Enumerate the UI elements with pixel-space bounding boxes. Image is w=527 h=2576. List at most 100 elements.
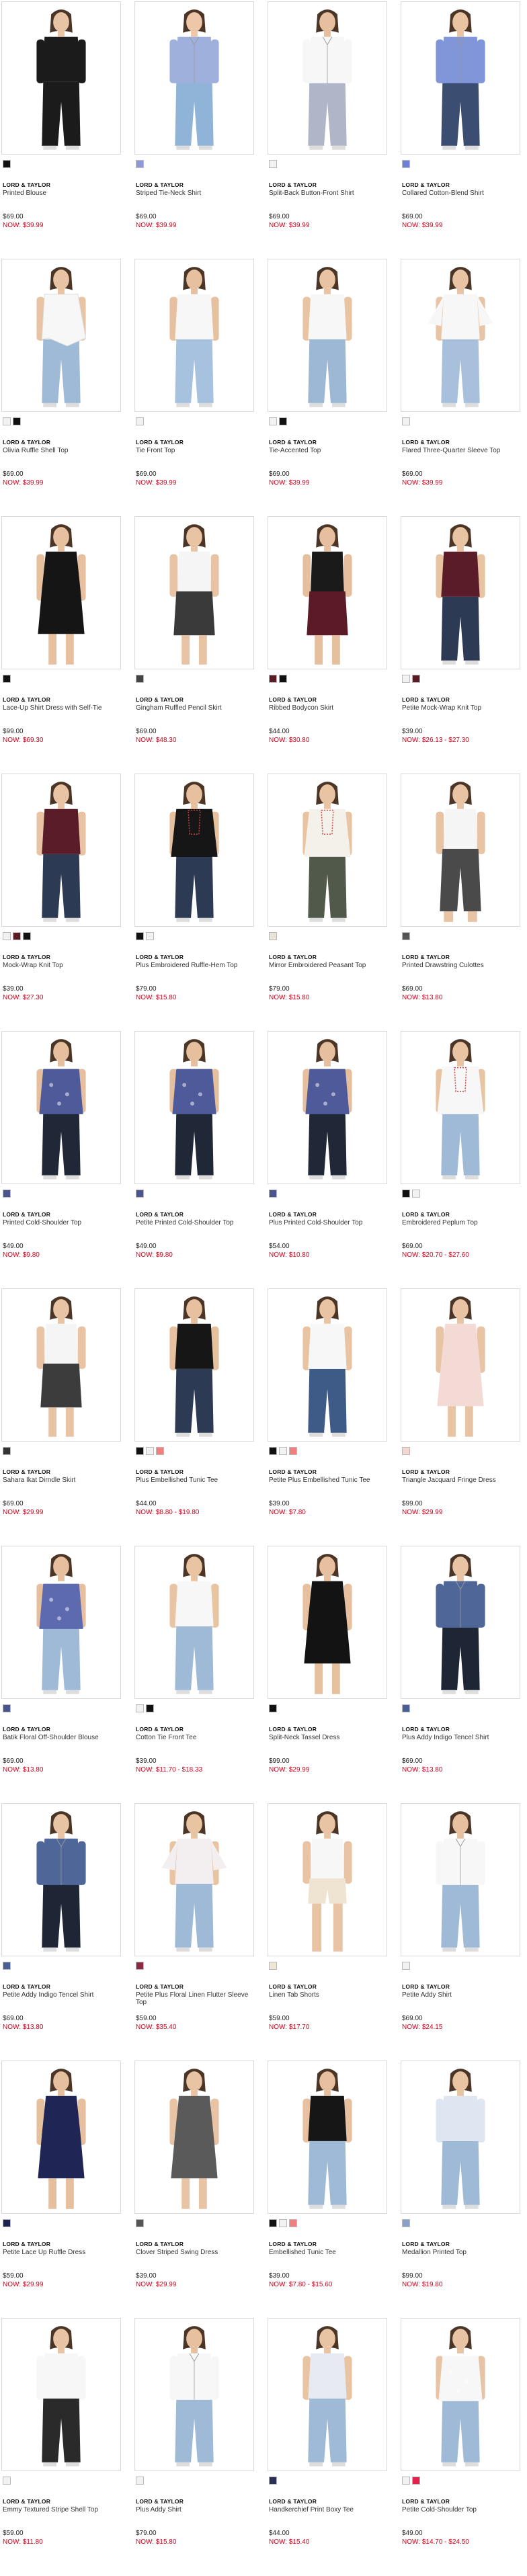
product-image[interactable] <box>1 259 121 412</box>
color-swatch[interactable] <box>3 1704 11 1712</box>
product-image[interactable] <box>401 2318 520 2471</box>
product-image[interactable] <box>401 259 520 412</box>
product-card[interactable]: LORD & TAYLOR Olivia Ruffle Shell Top $69.… <box>1 257 121 515</box>
product-image[interactable] <box>134 1546 254 1699</box>
color-swatch[interactable] <box>3 675 11 683</box>
color-swatch[interactable] <box>269 1704 277 1712</box>
product-card[interactable]: LORD & TAYLOR Mock-Wrap Knit Top $39.00 NOW… <box>1 772 121 1030</box>
product-name[interactable]: Mock-Wrap Knit Top <box>3 962 121 969</box>
product-card[interactable]: LORD & TAYLOR Emmy Textured Stripe Shell … <box>1 2317 121 2574</box>
color-swatch[interactable] <box>13 932 21 940</box>
color-swatch[interactable] <box>136 2477 144 2485</box>
color-swatch[interactable] <box>279 2219 287 2227</box>
color-swatch[interactable] <box>269 1962 277 1970</box>
color-swatch[interactable] <box>269 675 277 683</box>
product-card[interactable]: LORD & TAYLOR Cotton Tie Front Tee $39.00 N… <box>134 1544 254 1802</box>
color-swatch[interactable] <box>289 1447 297 1455</box>
product-image[interactable] <box>401 2061 520 2214</box>
product-image[interactable] <box>1 516 121 669</box>
product-card[interactable]: LORD & TAYLOR Petite Printed Cold-Shoulde… <box>134 1030 254 1287</box>
product-name[interactable]: Plus Addy Indigo Tencel Shirt <box>402 1734 520 1741</box>
product-card[interactable]: LORD & TAYLOR Tie Front Top $69.00 NOW: $39… <box>134 257 254 515</box>
color-swatch[interactable] <box>3 1962 11 1970</box>
product-image[interactable] <box>268 2318 387 2471</box>
product-image[interactable] <box>268 1288 387 1442</box>
color-swatch[interactable] <box>402 417 410 425</box>
product-card[interactable]: LORD & TAYLOR Plus Addy Shirt $79.00 NOW: $… <box>134 2317 254 2574</box>
color-swatch[interactable] <box>136 1704 144 1712</box>
color-swatch[interactable] <box>136 1447 144 1455</box>
product-name[interactable]: Plus Embellished Tunic Tee <box>136 1477 254 1484</box>
color-swatch[interactable] <box>402 932 410 940</box>
color-swatch[interactable] <box>136 2219 144 2227</box>
product-image[interactable] <box>268 1803 387 1956</box>
product-image[interactable] <box>1 1288 121 1442</box>
product-image[interactable] <box>268 774 387 927</box>
color-swatch[interactable] <box>136 1962 144 1970</box>
color-swatch[interactable] <box>136 1190 144 1198</box>
color-swatch[interactable] <box>402 1190 410 1198</box>
product-image[interactable] <box>134 259 254 412</box>
color-swatch[interactable] <box>402 1704 410 1712</box>
product-card[interactable]: LORD & TAYLOR Plus Embroidered Ruffle-Hem… <box>134 772 254 1030</box>
color-swatch[interactable] <box>269 417 277 425</box>
product-name[interactable]: Printed Drawstring Culottes <box>402 962 520 969</box>
product-card[interactable]: LORD & TAYLOR Batik Floral Off-Shoulder B… <box>1 1544 121 1802</box>
product-image[interactable] <box>268 259 387 412</box>
product-card[interactable]: LORD & TAYLOR Sahara Ikat Dirndle Skirt $6… <box>1 1287 121 1544</box>
product-name[interactable]: Split-Back Button-Front Shirt <box>269 190 387 197</box>
product-image[interactable] <box>1 1546 121 1699</box>
product-name[interactable]: Linen Tab Shorts <box>269 1991 387 1999</box>
product-card[interactable]: LORD & TAYLOR Printed Cold-Shoulder Top $4… <box>1 1030 121 1287</box>
product-name[interactable]: Split-Neck Tassel Dress <box>269 1734 387 1741</box>
product-card[interactable]: LORD & TAYLOR Embroidered Peplum Top $69.0… <box>401 1030 520 1287</box>
color-swatch[interactable] <box>412 2477 420 2485</box>
product-card[interactable]: LORD & TAYLOR Petite Addy Shirt $69.00 NOW:… <box>401 1802 520 2059</box>
product-image[interactable] <box>401 1803 520 1956</box>
product-name[interactable]: Tie-Accented Top <box>269 447 387 454</box>
product-card[interactable]: LORD & TAYLOR Split-Neck Tassel Dress $99.… <box>268 1544 387 1802</box>
product-name[interactable]: Flared Three-Quarter Sleeve Top <box>402 447 520 454</box>
product-name[interactable]: Printed Blouse <box>3 190 121 197</box>
product-image[interactable] <box>268 2061 387 2214</box>
product-card[interactable]: LORD & TAYLOR Mirror Embroidered Peasant … <box>268 772 387 1030</box>
product-image[interactable] <box>134 2061 254 2214</box>
color-swatch[interactable] <box>269 2477 277 2485</box>
color-swatch[interactable] <box>136 417 144 425</box>
product-name[interactable]: Petite Printed Cold-Shoulder Top <box>136 1219 254 1227</box>
product-name[interactable]: Plus Printed Cold-Shoulder Top <box>269 1219 387 1227</box>
product-name[interactable]: Petite Addy Indigo Tencel Shirt <box>3 1991 121 1999</box>
product-card[interactable]: LORD & TAYLOR Petite Plus Embellished Tun… <box>268 1287 387 1544</box>
product-image[interactable] <box>134 1 254 155</box>
product-card[interactable]: LORD & TAYLOR Petite Lace Up Ruffle Dress… <box>1 2059 121 2317</box>
product-name[interactable]: Ribbed Bodycon Skirt <box>269 704 387 712</box>
product-card[interactable]: LORD & TAYLOR Petite Cold-Shoulder Top $49… <box>401 2317 520 2574</box>
product-image[interactable] <box>1 1031 121 1184</box>
color-swatch[interactable] <box>146 932 154 940</box>
product-image[interactable] <box>401 516 520 669</box>
color-swatch[interactable] <box>279 417 287 425</box>
product-card[interactable]: LORD & TAYLOR Flared Three-Quarter Sleeve… <box>401 257 520 515</box>
product-image[interactable] <box>134 2318 254 2471</box>
color-swatch[interactable] <box>3 160 11 168</box>
product-name[interactable]: Plus Addy Shirt <box>136 2506 254 2513</box>
product-name[interactable]: Mirror Embroidered Peasant Top <box>269 962 387 969</box>
color-swatch[interactable] <box>279 1447 287 1455</box>
product-name[interactable]: Embroidered Peplum Top <box>402 1219 520 1227</box>
product-image[interactable] <box>134 1803 254 1956</box>
color-swatch[interactable] <box>3 417 11 425</box>
product-card[interactable]: LORD & TAYLOR Striped Tie-Neck Shirt $69.0… <box>134 0 254 257</box>
color-swatch[interactable] <box>136 160 144 168</box>
product-image[interactable] <box>1 2318 121 2471</box>
product-image[interactable] <box>401 774 520 927</box>
product-name[interactable]: Medallion Printed Top <box>402 2249 520 2256</box>
product-name[interactable]: Handkerchief Print Boxy Tee <box>269 2506 387 2513</box>
product-name[interactable]: Striped Tie-Neck Shirt <box>136 190 254 197</box>
color-swatch[interactable] <box>3 932 11 940</box>
product-name[interactable]: Printed Cold-Shoulder Top <box>3 1219 121 1227</box>
product-image[interactable] <box>1 1803 121 1956</box>
color-swatch[interactable] <box>269 1447 277 1455</box>
product-card[interactable]: LORD & TAYLOR Plus Printed Cold-Shoulder … <box>268 1030 387 1287</box>
product-image[interactable] <box>1 2061 121 2214</box>
product-image[interactable] <box>1 1 121 155</box>
